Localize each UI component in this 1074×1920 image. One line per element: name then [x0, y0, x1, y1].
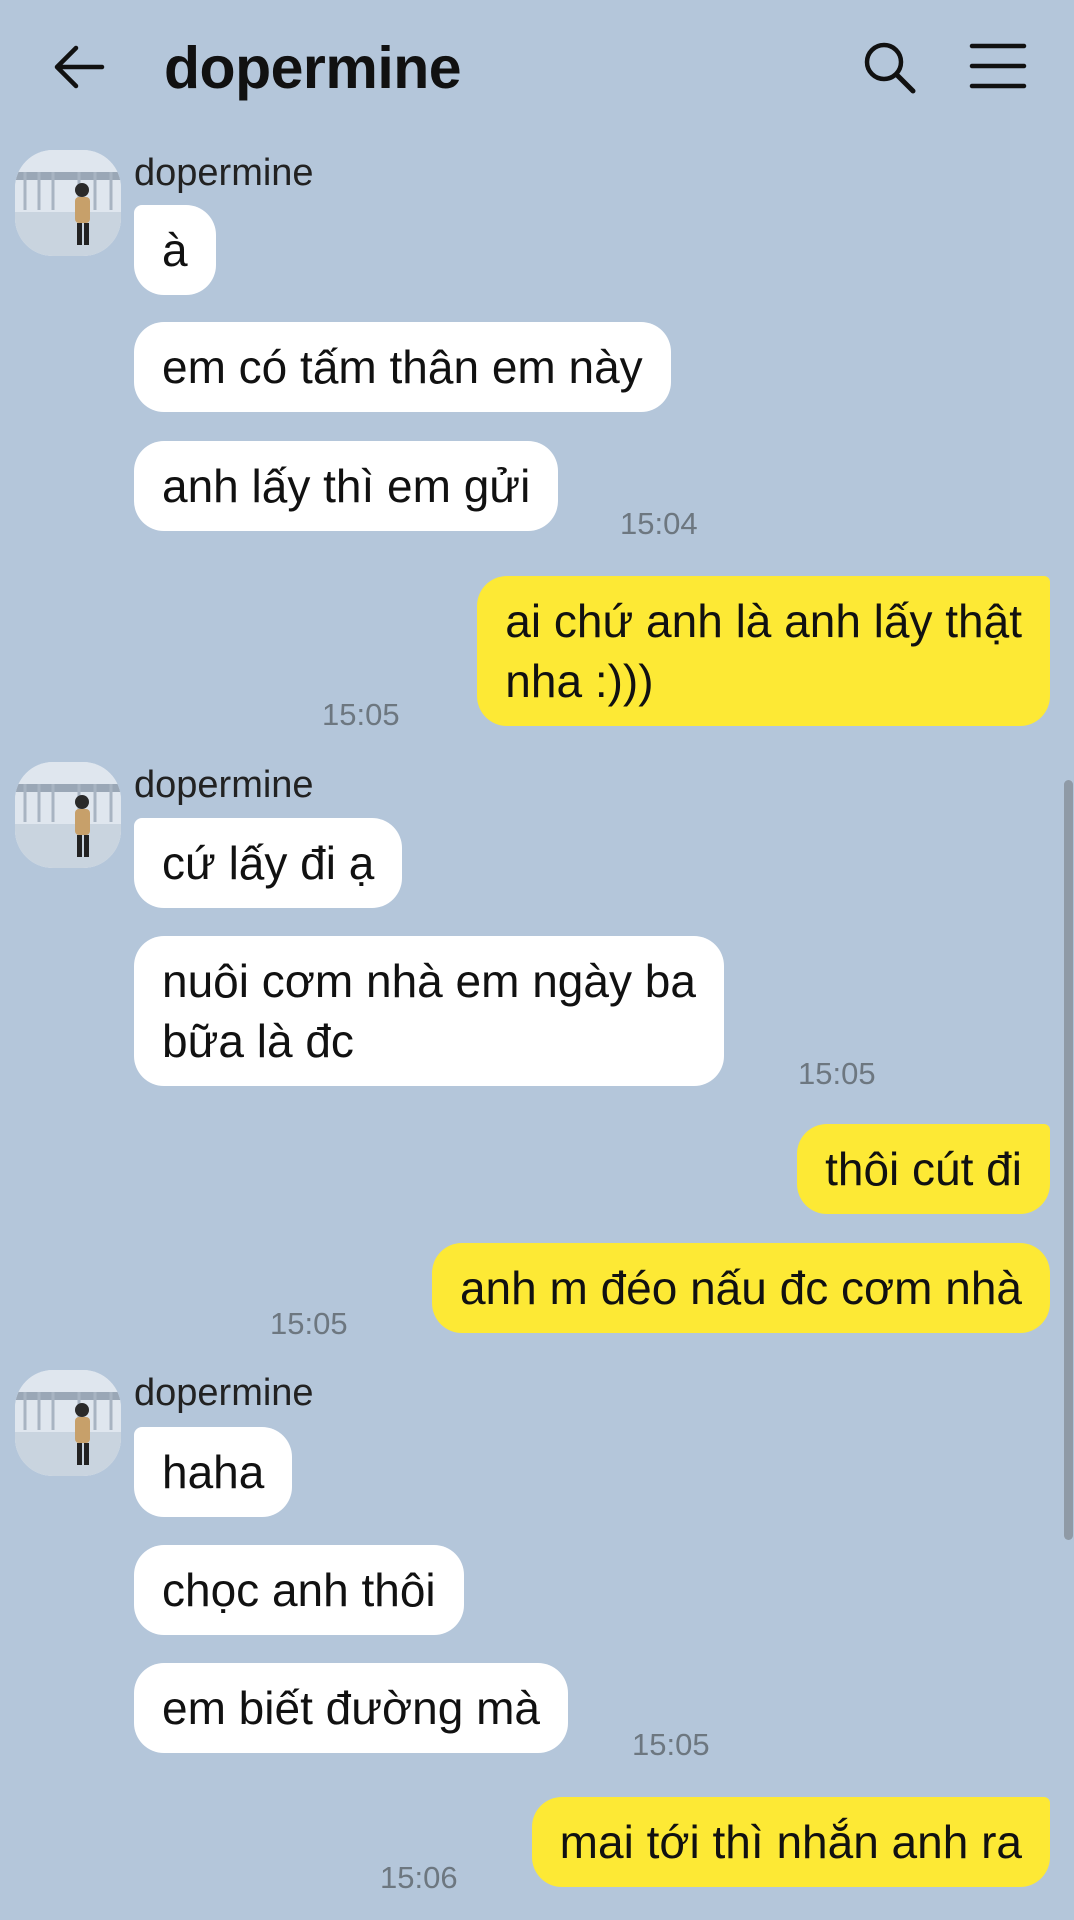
- message-timestamp: 15:05: [322, 697, 400, 732]
- chat-title: dopermine: [164, 35, 462, 101]
- search-button[interactable]: [860, 38, 918, 96]
- incoming-message[interactable]: haha: [134, 1427, 293, 1517]
- search-icon: [864, 42, 916, 94]
- menu-button[interactable]: [968, 40, 1028, 92]
- incoming-message[interactable]: anh lấy thì em gửi: [134, 441, 559, 531]
- message-timestamp: 15:05: [798, 1056, 876, 1091]
- outgoing-message[interactable]: anh m đéo nấu đc cơm nhà: [431, 1243, 1050, 1333]
- incoming-message[interactable]: cứ lấy đi ạ: [134, 818, 403, 908]
- outgoing-message[interactable]: thôi cút đi: [797, 1124, 1050, 1214]
- incoming-message[interactable]: em có tấm thân em này: [134, 322, 671, 412]
- incoming-message[interactable]: em biết đường mà: [134, 1663, 569, 1753]
- chat-header: dopermine: [0, 0, 1074, 135]
- incoming-message[interactable]: à: [134, 205, 216, 295]
- message-timestamp: 15:05: [632, 1727, 710, 1762]
- message-timestamp: 15:05: [270, 1306, 348, 1341]
- sender-name: dopermine: [134, 152, 314, 194]
- message-timestamp: 15:04: [620, 506, 698, 541]
- incoming-message[interactable]: nuôi cơm nhà em ngày ba bữa là đc: [134, 936, 724, 1086]
- arrow-left-icon: [54, 45, 105, 89]
- contact-avatar[interactable]: [15, 762, 121, 868]
- message-timestamp: 15:06: [380, 1860, 458, 1895]
- incoming-message[interactable]: chọc anh thôi: [134, 1545, 464, 1635]
- outgoing-message[interactable]: mai tới thì nhắn anh ra: [531, 1797, 1050, 1887]
- sender-name: dopermine: [134, 1372, 314, 1414]
- scrollbar[interactable]: [1064, 780, 1073, 1540]
- back-button[interactable]: [50, 38, 108, 96]
- hamburger-menu-icon: [969, 43, 1027, 89]
- sender-name: dopermine: [134, 764, 314, 806]
- contact-avatar[interactable]: [15, 150, 121, 256]
- outgoing-message[interactable]: ai chứ anh là anh lấy thật nha :))): [477, 576, 1050, 726]
- contact-avatar[interactable]: [15, 1370, 121, 1476]
